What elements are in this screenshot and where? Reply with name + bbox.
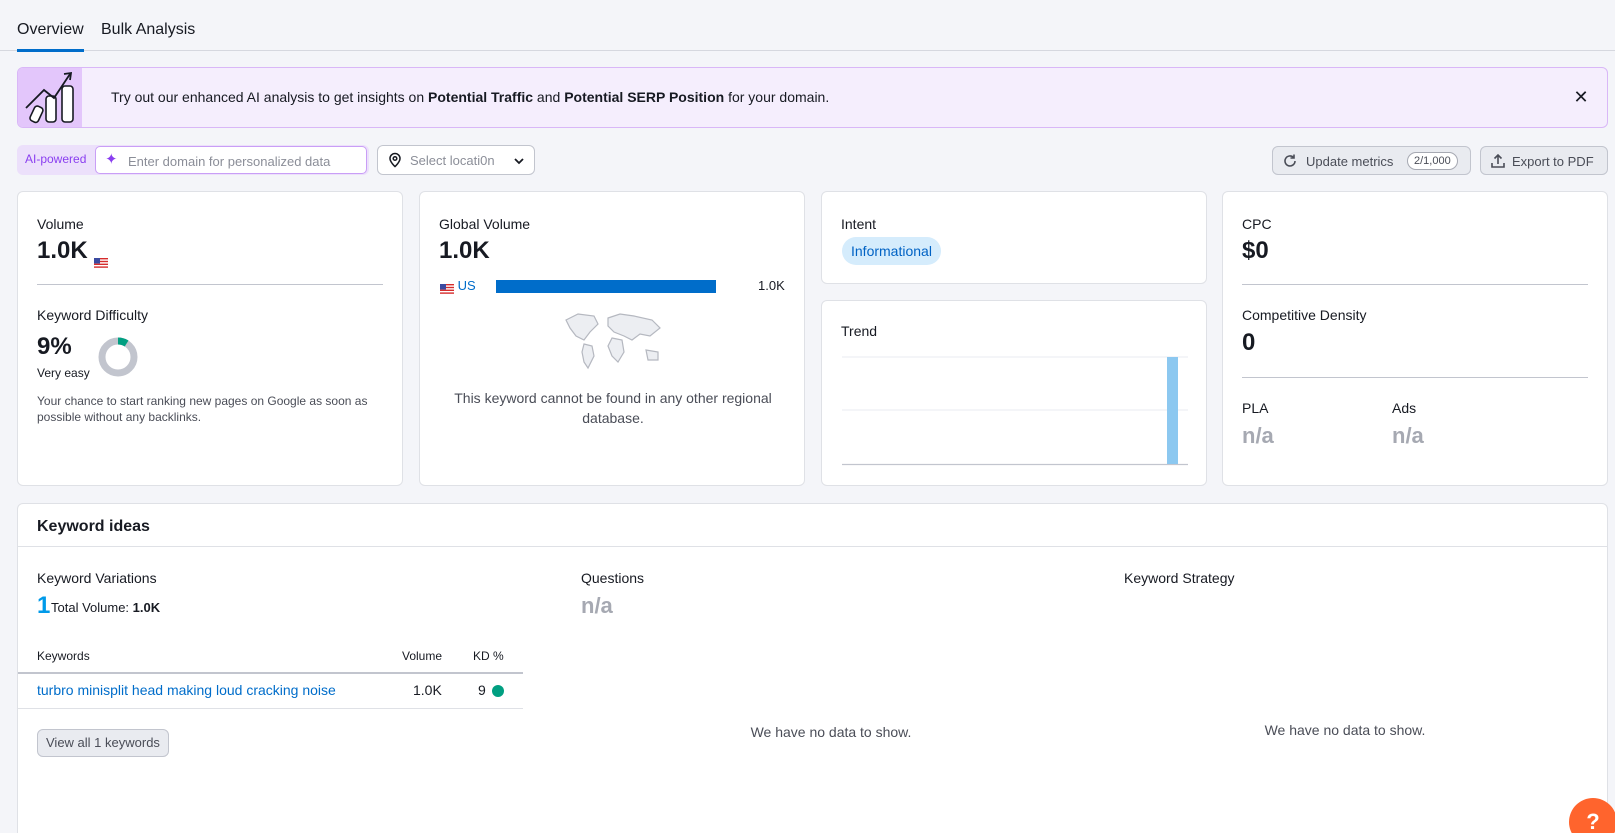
view-all-keywords-button[interactable]: View all 1 keywords	[37, 729, 169, 757]
keyword-variations-label: Keyword Variations	[37, 570, 157, 586]
intent-card: Intent Informational	[821, 191, 1207, 284]
table-header-divider	[18, 672, 523, 674]
questions-value: n/a	[581, 593, 613, 618]
ai-promo-banner: Try out our enhanced AI analysis to get …	[17, 67, 1608, 128]
chart-growth-illustration	[18, 68, 82, 127]
table-row-divider	[18, 708, 523, 709]
country-volume-bar-fill	[496, 280, 716, 293]
export-pdf-button[interactable]: Export to PDF	[1480, 146, 1608, 175]
volume-label: Volume	[37, 216, 84, 232]
us-flag-icon	[94, 247, 109, 268]
chevron-down-icon	[514, 158, 524, 165]
us-flag-icon	[440, 282, 454, 294]
location-placeholder: Select locati0n	[410, 153, 495, 168]
sparkle-icon: ✦	[105, 151, 118, 168]
trend-card: Trend	[821, 300, 1207, 486]
location-pin-icon	[389, 152, 401, 168]
ads-value: n/a	[1392, 423, 1424, 448]
update-limit-badge: 2/1,000	[1407, 152, 1458, 170]
competitive-density-value: 0	[1242, 329, 1256, 356]
upload-icon	[1491, 153, 1505, 168]
global-volume-value: 1.0K	[439, 237, 490, 264]
global-volume-label: Global Volume	[439, 216, 531, 232]
trend-bar	[1167, 357, 1178, 464]
tab-overview[interactable]: Overview	[17, 21, 84, 52]
update-metrics-label: Update metrics	[1306, 154, 1394, 169]
country-row-label: US	[440, 278, 476, 294]
competitive-density-label: Competitive Density	[1242, 307, 1367, 323]
cpc-label: CPC	[1242, 216, 1272, 232]
close-icon[interactable]: ✕	[1571, 87, 1591, 107]
divider	[1242, 377, 1588, 378]
country-volume-value: 1.0K	[758, 278, 785, 293]
cpc-card: CPC $0 Competitive Density 0 PLA n/a Ads…	[1222, 191, 1608, 486]
kd-level: Very easy	[37, 366, 90, 380]
keyword-kd: 9	[478, 682, 486, 698]
location-select[interactable]: Select locati0n	[377, 145, 535, 175]
kd-status-dot	[492, 685, 504, 697]
pla-label: PLA	[1242, 400, 1269, 416]
column-header-keywords: Keywords	[37, 649, 90, 663]
intent-badge: Informational	[842, 237, 941, 265]
world-map-icon	[565, 313, 661, 370]
banner-message: Try out our enhanced AI analysis to get …	[111, 89, 830, 105]
questions-label: Questions	[581, 570, 645, 586]
keyword-variations-count: 1	[37, 592, 51, 619]
keyword-link[interactable]: turbro minisplit head making loud cracki…	[37, 682, 336, 698]
global-volume-note: This keyword cannot be found in any othe…	[454, 390, 772, 426]
export-pdf-label: Export to PDF	[1512, 154, 1594, 169]
ai-domain-control: AI-powered ✦ Enter domain for personaliz…	[17, 145, 369, 175]
total-volume: Total Volume: 1.0K	[51, 600, 161, 615]
kd-note: Your chance to start ranking new pages o…	[37, 394, 368, 424]
help-button[interactable]: ?	[1569, 798, 1615, 833]
country-volume-bar	[496, 280, 716, 293]
intent-label: Intent	[841, 216, 877, 232]
tab-bulk-analysis[interactable]: Bulk Analysis	[101, 21, 195, 49]
keyword-ideas-title: Keyword ideas	[37, 518, 150, 535]
keyword-strategy-label: Keyword Strategy	[1124, 570, 1235, 586]
strategy-empty-message: We have no data to show.	[1264, 722, 1426, 738]
keyword-volume: 1.0K	[413, 682, 442, 698]
domain-input[interactable]: ✦ Enter domain for personalized data	[95, 146, 367, 174]
domain-input-placeholder: Enter domain for personalized data	[128, 154, 331, 169]
trend-label: Trend	[841, 323, 878, 339]
ads-label: Ads	[1392, 400, 1417, 416]
kd-value: 9%	[37, 333, 72, 360]
pla-value: n/a	[1242, 423, 1274, 448]
column-header-volume: Volume	[402, 649, 443, 663]
volume-card: Volume 1.0K Keyword Difficulty 9% Very e…	[17, 191, 403, 486]
kd-label: Keyword Difficulty	[37, 307, 149, 323]
kd-donut-chart	[98, 337, 138, 377]
column-header-kd: KD %	[473, 649, 504, 663]
cpc-value: $0	[1242, 237, 1269, 264]
ai-powered-label: AI-powered	[25, 152, 87, 166]
global-volume-card: Global Volume 1.0K US 1.0K This keyword …	[419, 191, 805, 486]
refresh-icon	[1284, 154, 1296, 167]
divider	[37, 284, 383, 285]
tab-bar: Overview Bulk Analysis	[0, 0, 1615, 52]
keyword-ideas-panel: Keyword ideas Keyword Variations 1 Total…	[17, 503, 1608, 833]
country-code: US	[457, 278, 476, 293]
volume-value: 1.0K	[37, 237, 109, 268]
update-metrics-button[interactable]: Update metrics 2/1,000	[1272, 146, 1471, 175]
divider	[1242, 284, 1588, 285]
trend-chart	[842, 356, 1188, 466]
keyword-ideas-header: Keyword ideas	[18, 504, 1607, 547]
questions-empty-message: We have no data to show.	[750, 724, 912, 740]
